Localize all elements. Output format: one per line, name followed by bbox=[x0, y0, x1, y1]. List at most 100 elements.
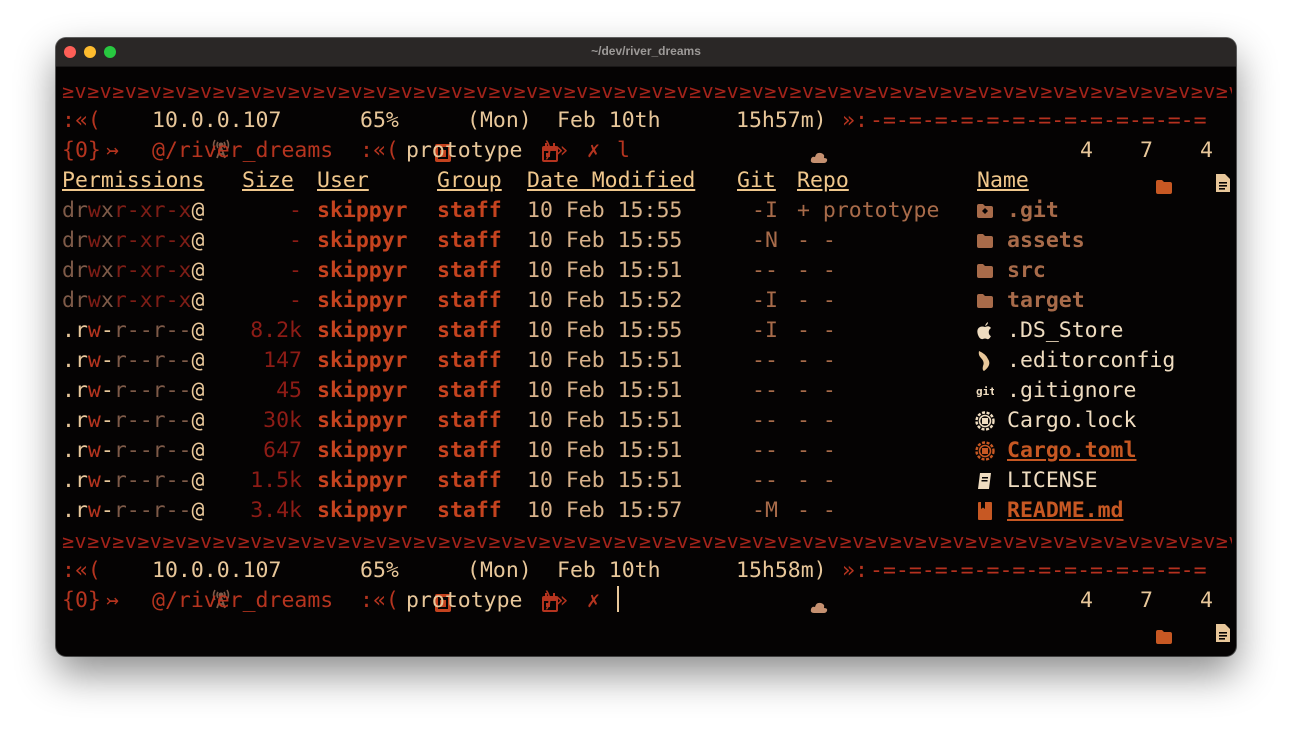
folder-count: 4 bbox=[1080, 138, 1093, 163]
typed-command: l bbox=[617, 138, 630, 163]
text-cursor[interactable] bbox=[617, 586, 619, 616]
hidden-count: 4 bbox=[1200, 138, 1213, 163]
file-size: 1.5k bbox=[250, 468, 302, 493]
file-name[interactable]: src bbox=[1007, 256, 1046, 286]
git-status: -- bbox=[752, 378, 778, 403]
branch-open: :«( bbox=[360, 138, 399, 163]
file-group: staff bbox=[437, 318, 502, 343]
table-row[interactable]: drwxr-xr-x@ - skippyr staff 10 Feb 15:51 -- - … bbox=[62, 256, 1232, 286]
table-row[interactable]: drwxr-xr-x@ - skippyr staff 10 Feb 15:52 -I - … bbox=[62, 286, 1232, 316]
command-prompt-line-2: {0} ↣ @/river_dreams :«( prototype )» ✗ … bbox=[62, 586, 1232, 644]
prompt-close: »: bbox=[842, 108, 868, 133]
file-date: 10 Feb 15:55 bbox=[527, 198, 683, 223]
repo-status: - - bbox=[797, 318, 836, 343]
permissions: drwxr-xr-x@ bbox=[62, 228, 205, 253]
file-name[interactable]: assets bbox=[1007, 226, 1085, 256]
git-status: -- bbox=[752, 348, 778, 373]
folder-icon bbox=[974, 289, 996, 313]
git-status: -- bbox=[752, 408, 778, 433]
date-text: Feb 10th bbox=[557, 558, 661, 583]
table-row[interactable]: .rw-r--r--@ 30k skippyr staff 10 Feb 15:51 --… bbox=[62, 406, 1232, 436]
file-user: skippyr bbox=[317, 408, 408, 433]
clock-time: 15h58m) bbox=[736, 558, 827, 583]
table-row[interactable]: drwxr-xr-x@ - skippyr staff 10 Feb 15:55 -N - … bbox=[62, 226, 1232, 256]
table-row[interactable]: .rw-r--r--@ 147 skippyr staff 10 Feb 15:51 --… bbox=[62, 346, 1232, 376]
exit-status: {0} bbox=[62, 588, 101, 613]
table-row[interactable]: .rw-r--r--@ 45 skippyr staff 10 Feb 15:51 -- -… bbox=[62, 376, 1232, 406]
file-date: 10 Feb 15:51 bbox=[527, 438, 683, 463]
branch-close: )» bbox=[542, 588, 568, 613]
file-group: staff bbox=[437, 438, 502, 463]
window-title: ~/dev/river_dreams bbox=[591, 44, 701, 58]
file-group: staff bbox=[437, 198, 502, 223]
apple-icon bbox=[974, 319, 996, 343]
current-path: @/river_dreams bbox=[152, 588, 334, 613]
git-status: -- bbox=[752, 468, 778, 493]
command-prompt-line: {0} ↣ @/river_dreams :«( prototype )» ✗ … bbox=[62, 136, 1232, 194]
file-size: - bbox=[289, 288, 302, 313]
file-date: 10 Feb 15:52 bbox=[527, 288, 683, 313]
file-size: - bbox=[289, 198, 302, 223]
file-size: 8.2k bbox=[250, 318, 302, 343]
prompt-arrow: ↣ bbox=[106, 588, 119, 613]
table-row[interactable]: .rw-r--r--@ 647 skippyr staff 10 Feb 15:51 --… bbox=[62, 436, 1232, 466]
day-of-week: (Mon) bbox=[467, 108, 532, 133]
file-size: 647 bbox=[263, 438, 302, 463]
file-size: 147 bbox=[263, 348, 302, 373]
prompt-open: :«( bbox=[62, 558, 101, 583]
header-git: Git bbox=[737, 168, 776, 193]
header-date-modified: Date Modified bbox=[527, 168, 696, 193]
repo-status: - - bbox=[797, 378, 836, 403]
rust-icon bbox=[974, 439, 996, 463]
git-status: -I bbox=[752, 318, 778, 343]
folder-icon bbox=[974, 229, 996, 253]
file-date: 10 Feb 15:51 bbox=[527, 408, 683, 433]
repo-status: - - bbox=[797, 468, 836, 493]
prompt-arrow: ↣ bbox=[106, 138, 119, 163]
file-name[interactable]: Cargo.toml bbox=[1007, 436, 1136, 466]
file-user: skippyr bbox=[317, 498, 408, 523]
table-row[interactable]: .rw-r--r--@ 8.2k skippyr staff 10 Feb 15:55 -… bbox=[62, 316, 1232, 346]
table-row[interactable]: .rw-r--r--@ 3.4k skippyr staff 10 Feb 15:57 -… bbox=[62, 496, 1232, 526]
header-permissions: Permissions bbox=[62, 168, 205, 193]
repo-status: - - bbox=[797, 498, 836, 523]
file-name[interactable]: README.md bbox=[1007, 496, 1124, 526]
file-name[interactable]: .editorconfig bbox=[1007, 346, 1175, 376]
folder-icon bbox=[974, 259, 996, 283]
folder-count: 4 bbox=[1080, 588, 1093, 613]
file-user: skippyr bbox=[317, 348, 408, 373]
title-bar: ~/dev/river_dreams bbox=[56, 38, 1236, 67]
file-date: 10 Feb 15:55 bbox=[527, 228, 683, 253]
git-status: -- bbox=[752, 438, 778, 463]
table-row[interactable]: drwxr-xr-x@ - skippyr staff 10 Feb 15:55 -I + … bbox=[62, 196, 1232, 226]
ip-address: 10.0.0.107 bbox=[152, 108, 282, 133]
ip-address: 10.0.0.107 bbox=[152, 558, 282, 583]
file-name[interactable]: target bbox=[1007, 286, 1085, 316]
permissions: drwxr-xr-x@ bbox=[62, 258, 205, 283]
file-user: skippyr bbox=[317, 378, 408, 403]
table-row[interactable]: .rw-r--r--@ 1.5k skippyr staff 10 Feb 15:51 -… bbox=[62, 466, 1232, 496]
repo-status: - - bbox=[797, 258, 836, 283]
git-status: -I bbox=[752, 288, 778, 313]
file-name[interactable]: .git bbox=[1007, 196, 1059, 226]
wave-separator: ≥v≥v≥v≥v≥v≥v≥v≥v≥v≥v≥v≥v≥v≥v≥v≥v≥v≥v≥v≥v… bbox=[62, 79, 1232, 103]
file-group: staff bbox=[437, 258, 502, 283]
date-text: Feb 10th bbox=[557, 108, 661, 133]
prompt-close: »: bbox=[842, 558, 868, 583]
file-date: 10 Feb 15:51 bbox=[527, 258, 683, 283]
file-group: staff bbox=[437, 408, 502, 433]
file-name[interactable]: .DS_Store bbox=[1007, 316, 1124, 346]
license-icon bbox=[974, 469, 996, 493]
header-repo: Repo bbox=[797, 168, 849, 193]
file-group: staff bbox=[437, 498, 502, 523]
permissions: .rw-r--r--@ bbox=[62, 318, 205, 343]
git-folder-icon bbox=[974, 199, 996, 223]
permissions: .rw-r--r--@ bbox=[62, 438, 205, 463]
file-group: staff bbox=[437, 348, 502, 373]
permissions: .rw-r--r--@ bbox=[62, 468, 205, 493]
file-name[interactable]: .gitignore bbox=[1007, 376, 1136, 406]
file-name[interactable]: Cargo.lock bbox=[1007, 406, 1136, 436]
file-date: 10 Feb 15:51 bbox=[527, 348, 683, 373]
file-name[interactable]: LICENSE bbox=[1007, 466, 1098, 496]
file-group: staff bbox=[437, 378, 502, 403]
